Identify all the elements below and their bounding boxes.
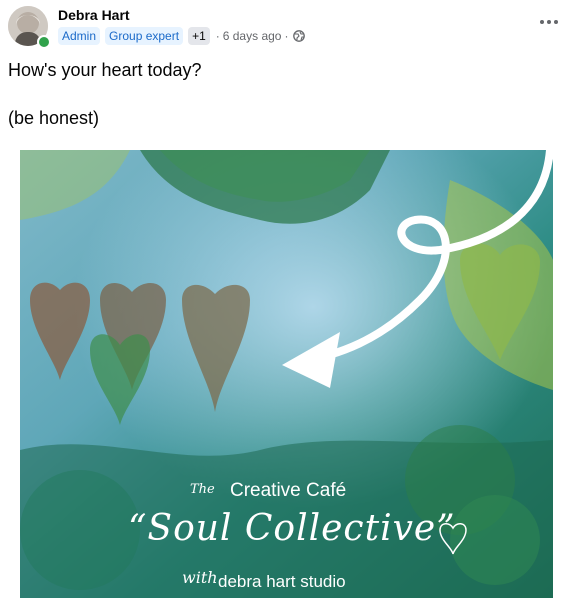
post-body: How's your heart today? (be honest) — [8, 58, 202, 130]
meta-separator: · — [215, 29, 220, 43]
meta-separator: · — [284, 29, 289, 43]
post-image[interactable]: The Creative Café “Soul Collective” with… — [20, 150, 553, 598]
post-meta: Admin Group expert +1 · 6 days ago · — [58, 26, 306, 46]
post-text-line: (be honest) — [8, 108, 100, 128]
overlay-script: “Soul Collective” — [128, 508, 456, 549]
post-text-line: How's your heart today? — [8, 60, 202, 80]
post-header: Debra Hart Admin Group expert +1 · 6 day… — [8, 4, 562, 49]
overlay-with: with — [182, 568, 218, 587]
more-dots-icon[interactable] — [538, 16, 560, 28]
badge-more[interactable]: +1 — [188, 27, 210, 45]
overlay-studio: debra hart studio — [218, 572, 346, 591]
badge-admin[interactable]: Admin — [58, 27, 101, 45]
globe-icon — [293, 30, 306, 42]
overlay-the: The — [190, 482, 215, 497]
author-name[interactable]: Debra Hart — [58, 7, 130, 23]
badge-group-expert[interactable]: Group expert — [105, 27, 184, 45]
overlay-title: Creative Café — [230, 480, 347, 501]
post-time[interactable]: 6 days ago — [223, 29, 282, 43]
online-status-dot — [37, 35, 51, 49]
